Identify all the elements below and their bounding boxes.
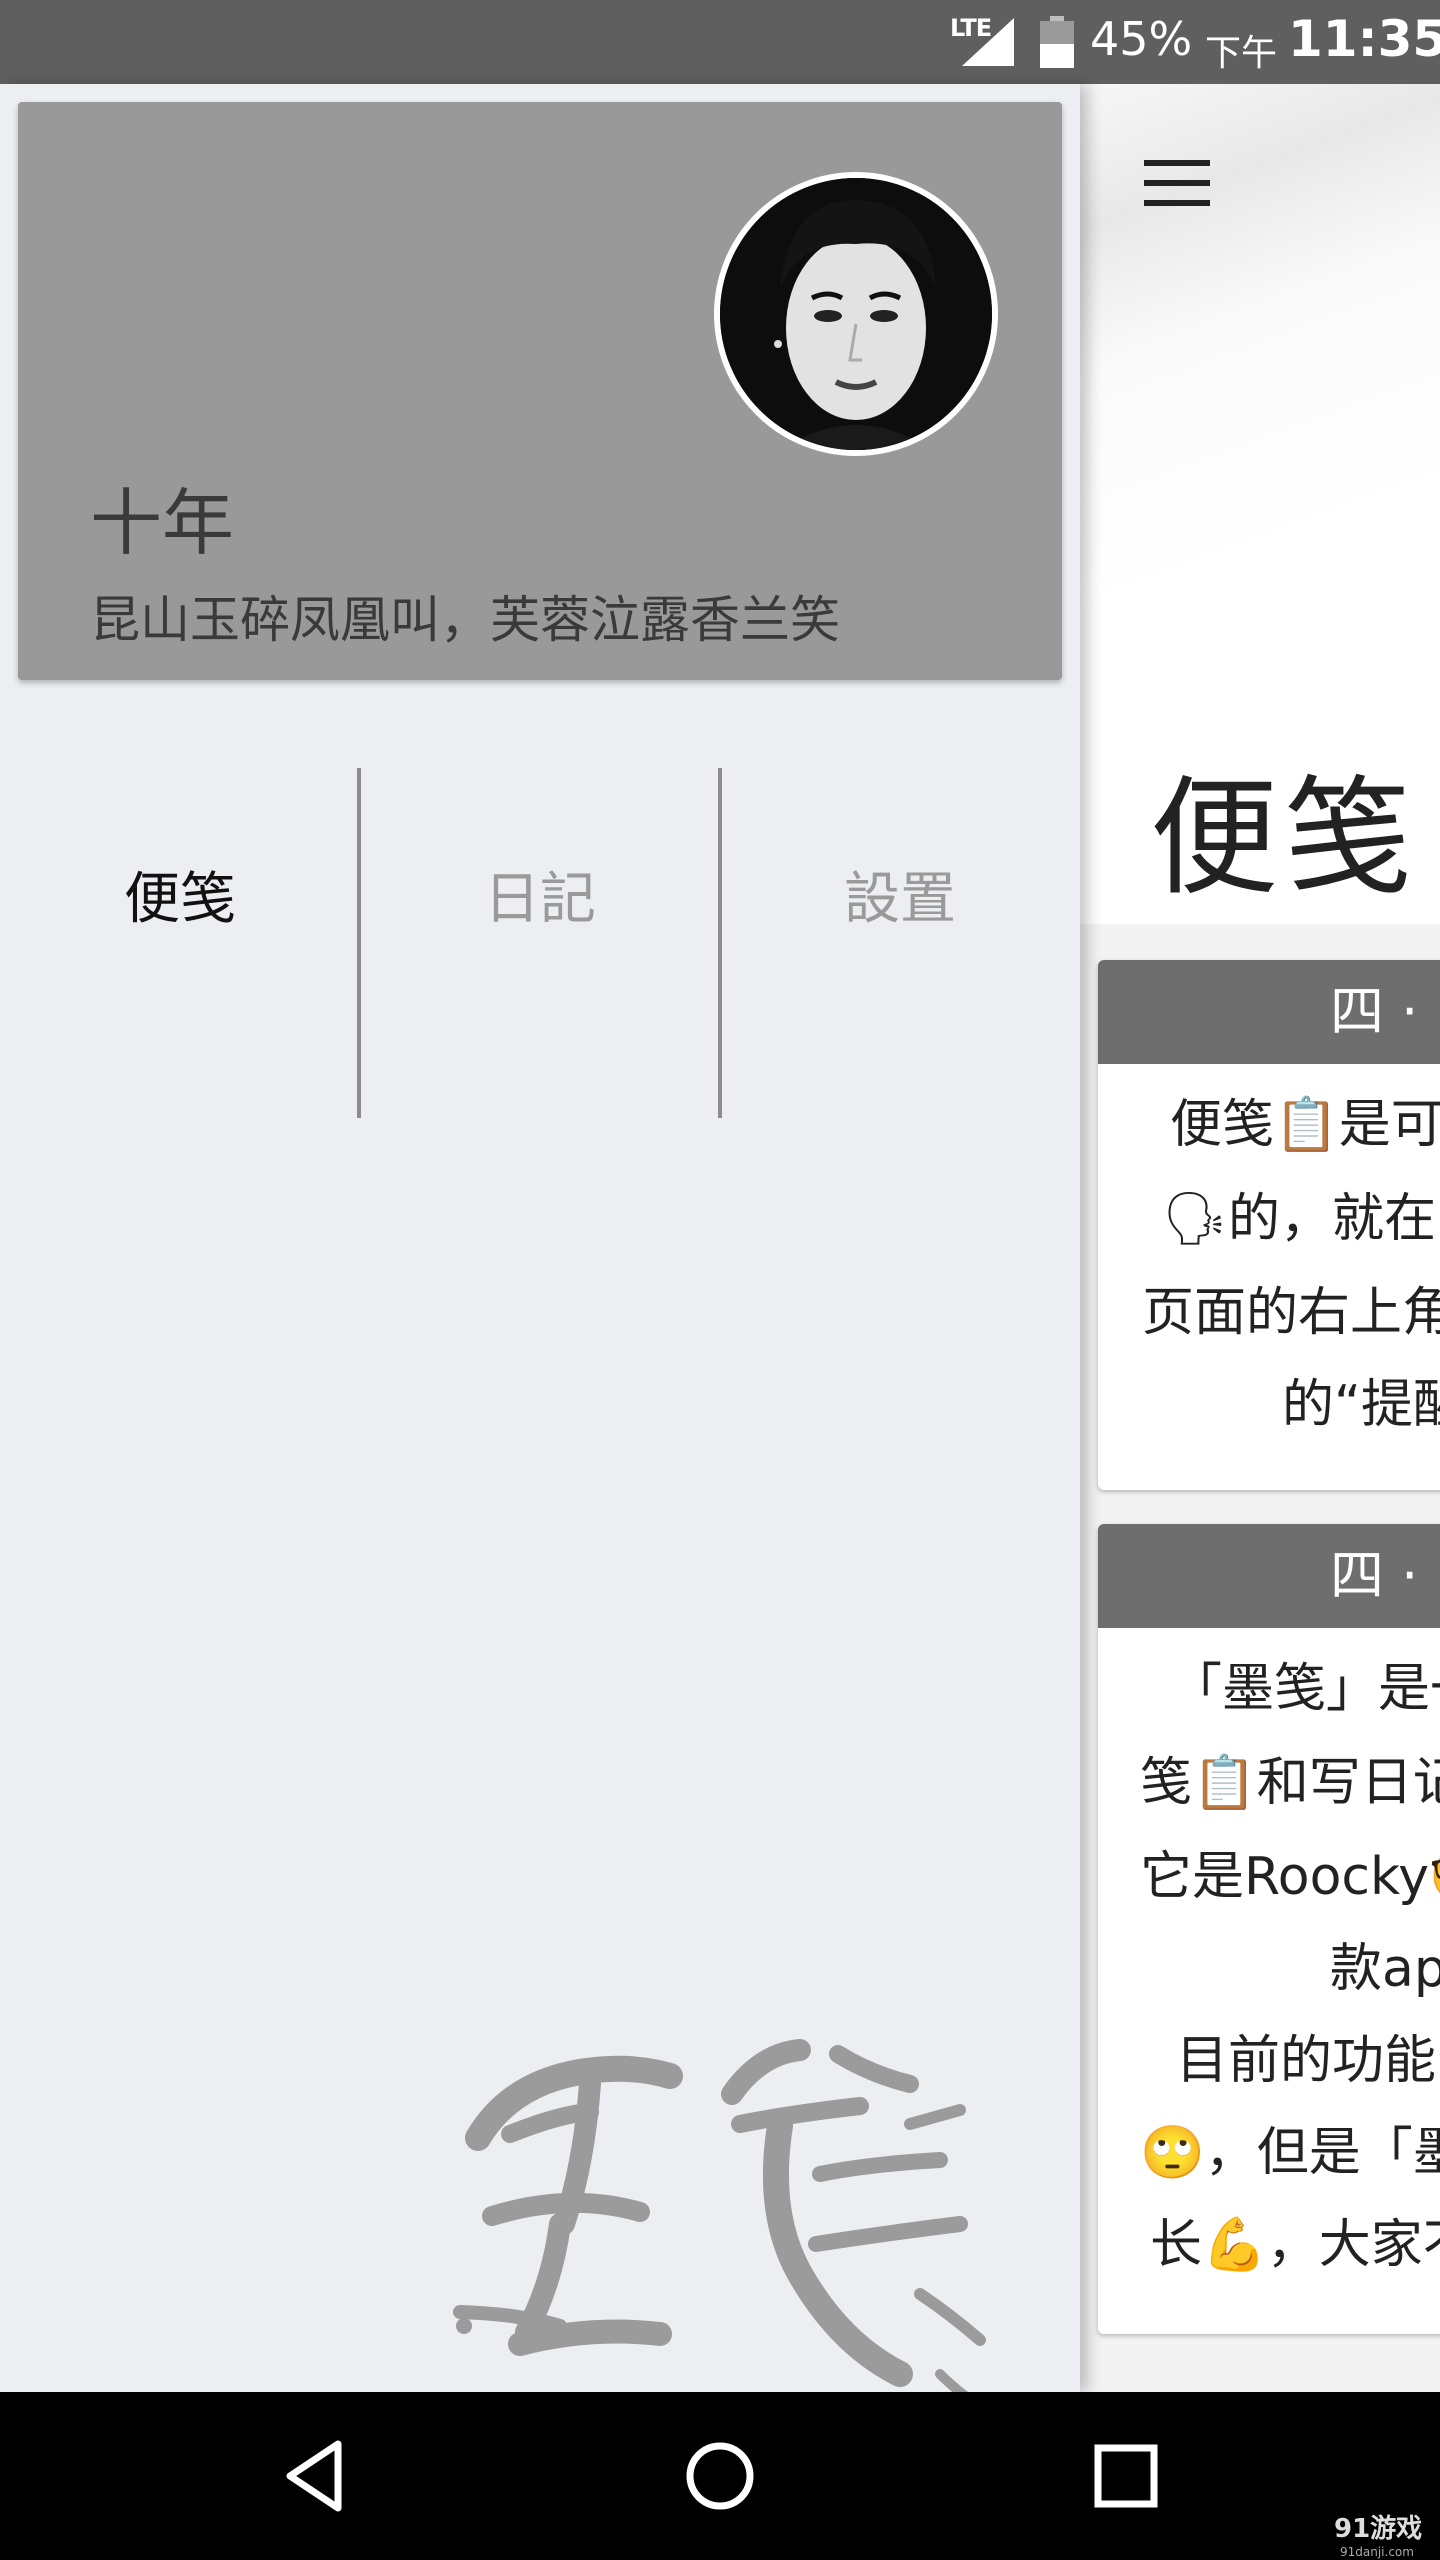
- note-line: 的“提醒: [1282, 1375, 1440, 1435]
- note-card-header: 四 ·: [1098, 1524, 1440, 1628]
- tab-diary[interactable]: 日記: [360, 854, 720, 935]
- user-name: 十年: [90, 481, 235, 565]
- system-nav-bar: 91游戏 91danji.com: [0, 2392, 1440, 2560]
- note-line: 便笺📋是可: [1170, 1095, 1440, 1155]
- back-button[interactable]: [276, 2436, 356, 2516]
- home-button[interactable]: [680, 2436, 760, 2516]
- hero-banner: 便笺: [1080, 84, 1440, 924]
- battery-icon: [1040, 16, 1074, 68]
- note-card[interactable]: 四 · 便笺📋是可 🗣的，就在 页面的右上角 的“提醒: [1098, 960, 1440, 1490]
- site-mark: 91游戏: [1334, 2514, 1423, 2544]
- user-motto: 昆山玉碎凤凰叫，芙蓉泣露香兰笑: [90, 591, 840, 649]
- tab-divider: [357, 768, 361, 1118]
- navigation-drawer: 十年 昆山玉碎凤凰叫，芙蓉泣露香兰笑 便笺 日記 設置 墨笺: [0, 84, 1080, 2411]
- note-line: 笺📋和写日记: [1140, 1753, 1440, 1813]
- portrait-image: [720, 178, 992, 450]
- note-line: 🙄，但是「墨: [1140, 2123, 1440, 2183]
- time-ampm: 下午: [1205, 33, 1278, 74]
- note-line: 款ap: [1330, 1939, 1440, 1999]
- note-line: 它是Roocky🤓: [1140, 1847, 1440, 1907]
- site-watermark: 91游戏 91danji.com: [1334, 2508, 1422, 2559]
- note-line: 🗣的，就在: [1162, 1189, 1437, 1249]
- site-url: 91danji.com: [1340, 2545, 1414, 2559]
- menu-button[interactable]: [1144, 160, 1210, 208]
- drawer-header: 十年 昆山玉碎凤凰叫，芙蓉泣露香兰笑: [18, 102, 1062, 680]
- clock: 11:35: [1288, 10, 1440, 68]
- recents-button[interactable]: [1086, 2436, 1166, 2516]
- page-title: 便笺: [1150, 764, 1419, 913]
- status-bar: LTE 45% 下午 11:35: [0, 0, 1440, 84]
- note-line: 「墨笺」是一: [1170, 1659, 1440, 1719]
- note-card[interactable]: 四 · 「墨笺」是一 笺📋和写日记 它是Roocky🤓 款ap 目前的功能 🙄，…: [1098, 1524, 1440, 2334]
- battery-percent: 45%: [1090, 12, 1193, 66]
- note-line: 长💪，大家不: [1150, 2215, 1440, 2275]
- tab-divider: [718, 768, 722, 1118]
- signal-icon: [962, 18, 1014, 66]
- note-line: 目前的功能: [1176, 2031, 1437, 2091]
- app-logo-watermark: 墨笺: [453, 2039, 986, 2411]
- note-line: 页面的右上角: [1142, 1283, 1440, 1343]
- avatar[interactable]: [714, 172, 998, 456]
- tab-settings[interactable]: 設置: [720, 854, 1080, 935]
- tab-notes[interactable]: 便笺: [0, 854, 360, 935]
- note-card-header: 四 ·: [1098, 960, 1440, 1064]
